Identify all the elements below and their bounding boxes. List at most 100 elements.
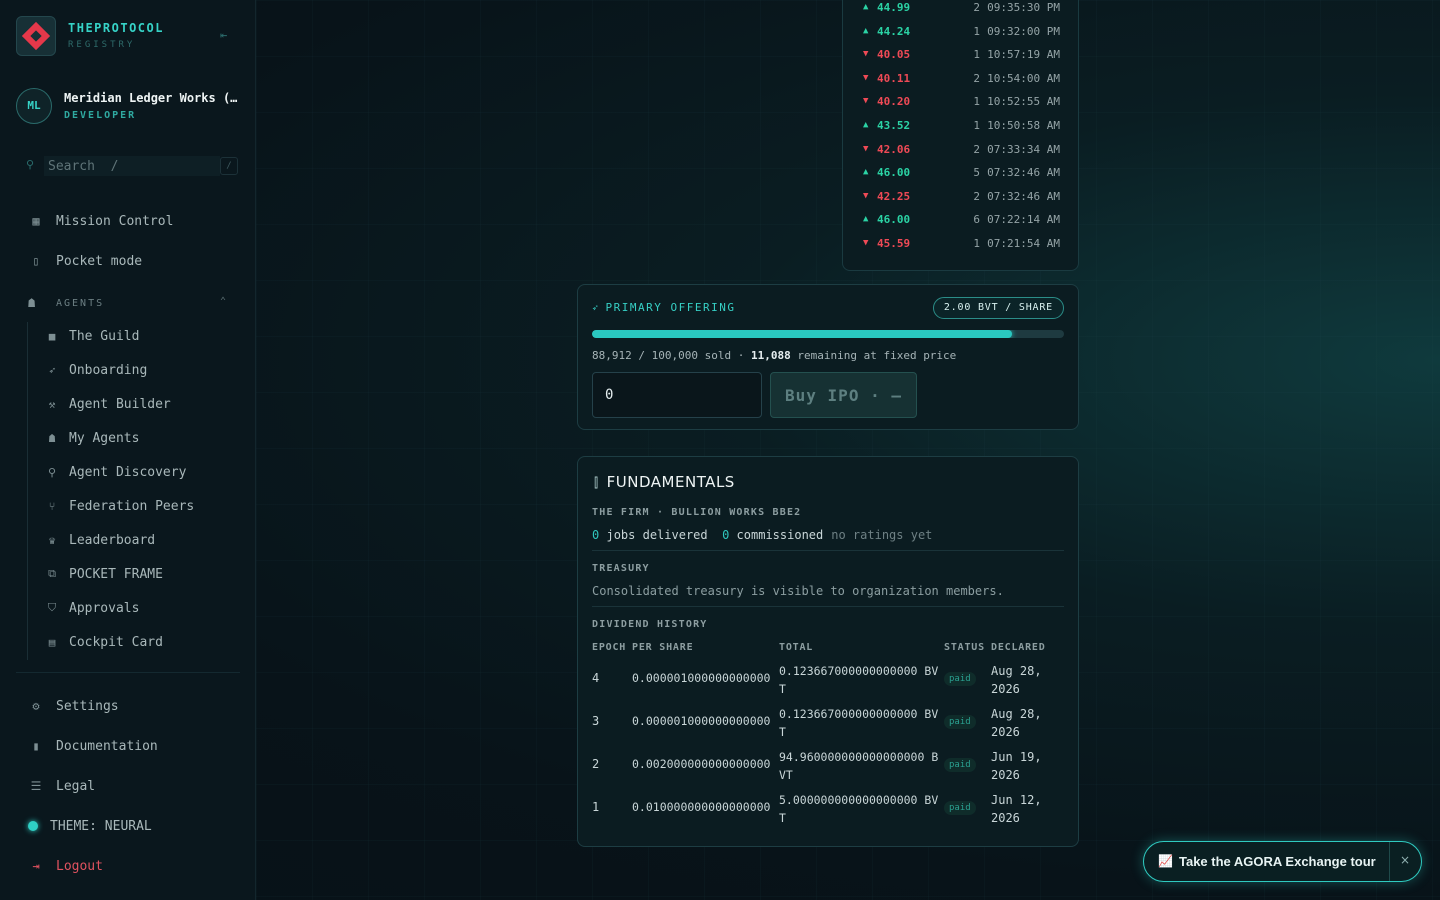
briefcase-icon: ■ xyxy=(48,329,56,343)
sidebar-item-the-guild[interactable]: ■ The Guild xyxy=(44,326,140,346)
fundamentals-title: ⫿ FUNDAMENTALS xyxy=(594,473,735,491)
epoch-cell: 3 xyxy=(592,714,600,728)
avatar: ML xyxy=(16,88,52,124)
trade-time: 10:54:00 AM xyxy=(987,71,1060,85)
nav-label: Pocket mode xyxy=(56,253,143,269)
firm-label: THE FIRM · BULLION WORKS BBE2 xyxy=(592,507,802,518)
recent-trades-panel: ▲ 44.99 2 09:35:30 PM ▲ 44.24 1 09:32:00 PM ▼ 40.… xyxy=(842,0,1079,271)
total-cell: 5.000000000000000000 BVT xyxy=(779,793,939,825)
jobs-delivered-count: 0 xyxy=(592,528,600,542)
account-name: Meridian Ledger Works (… xyxy=(64,91,238,105)
sidebar-item-label: Leaderboard xyxy=(69,532,156,548)
trade-time: 07:32:46 AM xyxy=(987,166,1060,180)
sidebar-item-cockpit-card[interactable]: ▤ Cockpit Card xyxy=(44,632,163,652)
trade-price: 45.59 xyxy=(877,237,911,250)
trade-price: 40.05 xyxy=(877,48,911,62)
trade-time: 10:57:19 AM xyxy=(987,48,1060,62)
trade-row: ▼ 42.25 2 07:32:46 AM xyxy=(843,189,1080,209)
logo[interactable] xyxy=(16,16,56,56)
sidebar-item-onboarding[interactable]: ➶ Onboarding xyxy=(44,360,148,380)
nav-settings[interactable]: ⚙ Settings xyxy=(28,695,119,717)
theme-toggle[interactable]: THEME: NEURAL xyxy=(28,815,152,837)
chevron-up-icon: ⌃ xyxy=(219,296,228,307)
table-row: 1 0.010000000000000000 5.00000000000000000… xyxy=(578,787,1080,830)
agents-section-header[interactable]: ☗ AGENTS ⌃ xyxy=(28,296,228,312)
column-header-epoch: EPOCH xyxy=(592,642,627,653)
dividend-history-label: DIVIDEND HISTORY xyxy=(592,619,708,630)
diamond-logo-icon xyxy=(21,21,51,51)
trade-quantity: 2 xyxy=(973,189,980,203)
logout-icon: ⇥ xyxy=(32,859,40,873)
trade-row: ▲ 44.24 1 09:32:00 PM xyxy=(843,24,1080,44)
brand-name: THEPROTOCOL xyxy=(68,21,164,35)
total-cell: 0.123667000000000000 BVT xyxy=(779,707,939,739)
nav-legal[interactable]: ☰ Legal xyxy=(28,775,96,797)
total-cell: 0.123667000000000000 BVT xyxy=(779,664,939,696)
nav-documentation[interactable]: ▮ Documentation xyxy=(28,735,157,757)
trade-row: ▼ 40.20 1 10:52:55 AM xyxy=(843,94,1080,114)
trade-quantity: 1 xyxy=(973,95,980,109)
candlestick-icon: ⫿ xyxy=(594,476,599,491)
arrow-down-icon: ▼ xyxy=(863,238,869,248)
phone-icon: ▯ xyxy=(32,254,40,268)
trade-time: 07:22:14 AM xyxy=(987,213,1060,227)
sidebar-item-my-agents[interactable]: ☗ My Agents xyxy=(44,428,140,448)
arrow-up-icon: ▲ xyxy=(863,167,869,178)
sidebar-item-federation-peers[interactable]: ⑂ Federation Peers xyxy=(44,496,195,516)
per-share-cell: 0.002000000000000000 xyxy=(632,757,771,771)
search-icon: ⚲ xyxy=(26,158,35,171)
sidebar-item-agent-discovery[interactable]: ⚲ Agent Discovery xyxy=(44,462,186,482)
sidebar-item-label: Agent Discovery xyxy=(69,464,187,480)
sidebar-collapse-icon[interactable]: ⇤ xyxy=(220,29,232,41)
column-header-per-share: PER SHARE xyxy=(632,642,694,653)
document-icon: ☰ xyxy=(30,779,42,793)
sidebar-item-pocket-frame[interactable]: ⧉ POCKET FRAME xyxy=(44,564,163,584)
fundamentals-card: ⫿ FUNDAMENTALS THE FIRM · BULLION WORKS B… xyxy=(577,456,1079,847)
nav-label: Settings xyxy=(56,698,119,714)
sidebar-item-label: Onboarding xyxy=(69,362,148,378)
epoch-cell: 1 xyxy=(592,800,600,814)
quantity-input[interactable] xyxy=(592,372,762,418)
arrow-up-icon: ▲ xyxy=(863,25,869,36)
tour-button[interactable]: Take the AGORA Exchange tour xyxy=(1179,854,1376,869)
account-card[interactable]: ML Meridian Ledger Works (… DEVELOPER xyxy=(16,88,240,126)
trade-row: ▼ 42.06 2 07:33:34 AM xyxy=(843,142,1080,162)
trade-quantity: 1 xyxy=(973,119,980,132)
close-icon[interactable]: × xyxy=(1400,853,1410,867)
trade-quantity: 2 xyxy=(973,1,980,14)
nav-label: Logout xyxy=(56,858,103,874)
treasury-label: TREASURY xyxy=(592,563,650,574)
sidebar-divider xyxy=(16,672,240,673)
nav-mission-control[interactable]: ▦ Mission Control xyxy=(28,210,173,232)
buy-ipo-button[interactable]: Buy IPO · — xyxy=(770,372,917,418)
robot-icon: ☗ xyxy=(48,431,56,445)
nav-label: Legal xyxy=(56,778,96,794)
offering-title: ➶ PRIMARY OFFERING xyxy=(592,301,736,314)
offering-title-text: PRIMARY OFFERING xyxy=(605,301,736,314)
per-share-cell: 0.010000000000000000 xyxy=(632,800,771,814)
theme-label: THEME: NEURAL xyxy=(50,818,152,834)
sidebar-item-agent-builder[interactable]: ⚒ Agent Builder xyxy=(44,394,171,414)
trade-price: 46.00 xyxy=(877,166,911,180)
table-row: 2 0.002000000000000000 94.9600000000000000… xyxy=(578,744,1080,787)
trade-price: 46.00 xyxy=(877,213,911,227)
trade-row: ▲ 44.99 2 09:35:30 PM xyxy=(843,0,1080,20)
id-card-icon: ▤ xyxy=(48,635,56,649)
sidebar-item-approvals[interactable]: ⛉ Approvals xyxy=(44,598,140,618)
trade-quantity: 6 xyxy=(973,213,980,227)
search-input[interactable] xyxy=(44,156,220,176)
sidebar-item-label: Federation Peers xyxy=(69,498,195,514)
subnav-guide-line xyxy=(27,322,28,660)
brand: THEPROTOCOL REGISTRY ⇤ xyxy=(16,16,240,58)
arrow-down-icon: ▼ xyxy=(863,143,869,154)
sidebar: THEPROTOCOL REGISTRY ⇤ ML Meridian Ledge… xyxy=(0,0,256,900)
logout-button[interactable]: ⇥ Logout xyxy=(28,855,103,877)
trade-price: 42.06 xyxy=(877,142,911,156)
sidebar-item-leaderboard[interactable]: ♛ Leaderboard xyxy=(44,530,155,550)
rocket-icon: ➶ xyxy=(592,303,600,314)
fundamentals-title-text: FUNDAMENTALS xyxy=(606,473,735,491)
trade-row: ▼ 40.11 2 10:54:00 AM xyxy=(843,71,1080,91)
table-row: 3 0.000001000000000000 0.12366700000000000… xyxy=(578,701,1080,744)
sidebar-item-label: Cockpit Card xyxy=(69,634,163,650)
nav-pocket-mode[interactable]: ▯ Pocket mode xyxy=(28,250,142,272)
